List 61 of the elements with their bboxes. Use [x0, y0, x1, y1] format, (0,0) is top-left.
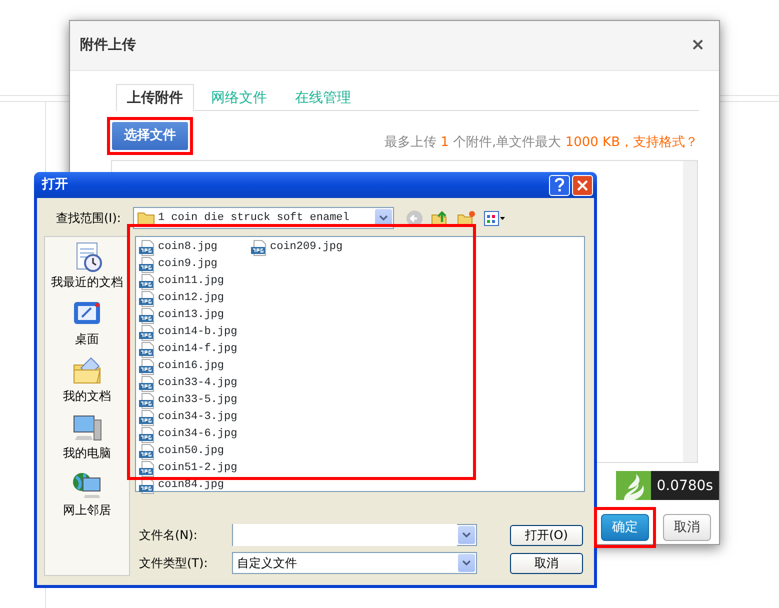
cancel-button[interactable]: 取消: [663, 514, 711, 541]
file-name[interactable]: coin12.jpg: [158, 290, 224, 307]
folder-icon: [136, 210, 155, 226]
file-name[interactable]: coin33-4.jpg: [158, 375, 238, 392]
file-name[interactable]: coin16.jpg: [158, 358, 224, 375]
dialog-title: 打开: [42, 176, 68, 194]
file-name[interactable]: coin8.jpg: [158, 239, 218, 256]
file-name[interactable]: coin50.jpg: [158, 443, 224, 460]
file-name[interactable]: coin14-b.jpg: [158, 324, 238, 341]
choose-file-button[interactable]: 选择文件: [112, 122, 188, 150]
image-file-icon: [139, 342, 155, 358]
places-item[interactable]: 网上邻居: [63, 469, 111, 523]
new-folder-icon[interactable]: [456, 210, 476, 226]
image-file-icon: [139, 308, 155, 324]
file-name[interactable]: coin33-5.jpg: [158, 392, 238, 409]
image-file-icon: [139, 444, 155, 460]
look-in-label: 查找范围(I):: [56, 210, 121, 227]
file-type-label: 文件类型(T):: [139, 555, 209, 572]
up-folder-icon[interactable]: [430, 210, 449, 226]
file-name-label: 文件名(N):: [139, 527, 198, 544]
image-file-icon: [139, 240, 155, 256]
file-name[interactable]: coin13.jpg: [158, 307, 224, 324]
file-name[interactable]: coin9.jpg: [158, 256, 218, 273]
file-name[interactable]: coin14-f.jpg: [158, 341, 238, 358]
image-file-icon: [139, 376, 155, 392]
cancel-button[interactable]: 取消: [510, 552, 583, 574]
help-button[interactable]: [549, 174, 570, 196]
file-name[interactable]: coin34-6.jpg: [158, 426, 238, 443]
image-file-icon: [139, 410, 155, 426]
image-file-icon: [139, 324, 155, 340]
file-name[interactable]: coin11.jpg: [158, 273, 224, 290]
file-type-dropdown[interactable]: 自定义文件: [232, 552, 477, 574]
help-icon: [554, 178, 565, 192]
image-file-icon: [139, 392, 155, 408]
image-file-icon: [251, 240, 267, 256]
file-name-field[interactable]: [232, 524, 477, 546]
open-button[interactable]: 打开(O): [510, 524, 583, 546]
image-file-icon: [139, 256, 155, 272]
dialog-title: 附件上传: [80, 36, 136, 55]
image-file-icon: [139, 426, 155, 442]
image-file-icon: [139, 274, 155, 290]
places-item[interactable]: 我的电脑: [63, 412, 111, 466]
timer-value: 0.0780s: [650, 470, 719, 500]
close-icon: [577, 180, 588, 191]
back-icon[interactable]: [406, 210, 423, 226]
image-file-icon: [139, 358, 155, 374]
view-menu-icon[interactable]: [484, 210, 506, 226]
places-item[interactable]: 桌面: [71, 298, 103, 352]
upload-limit-text: 最多上传 1 个附件,单文件最大 1000 KB，支持格式？: [384, 134, 698, 152]
tab[interactable]: 上传附件: [116, 84, 194, 111]
file-name[interactable]: coin209.jpg: [270, 239, 343, 256]
image-file-icon: [139, 290, 155, 306]
file-name[interactable]: coin84.jpg: [158, 477, 224, 494]
close-button[interactable]: ×: [690, 37, 705, 54]
close-button[interactable]: [572, 174, 593, 196]
places-item[interactable]: 我的文档: [63, 355, 111, 409]
look-in-value: 1 coin die struck soft enamel: [158, 210, 350, 226]
places-item[interactable]: 我最近的文档: [51, 241, 123, 295]
image-file-icon: [139, 460, 155, 476]
scrollbar[interactable]: [683, 160, 697, 462]
file-name[interactable]: coin34-3.jpg: [158, 409, 238, 426]
